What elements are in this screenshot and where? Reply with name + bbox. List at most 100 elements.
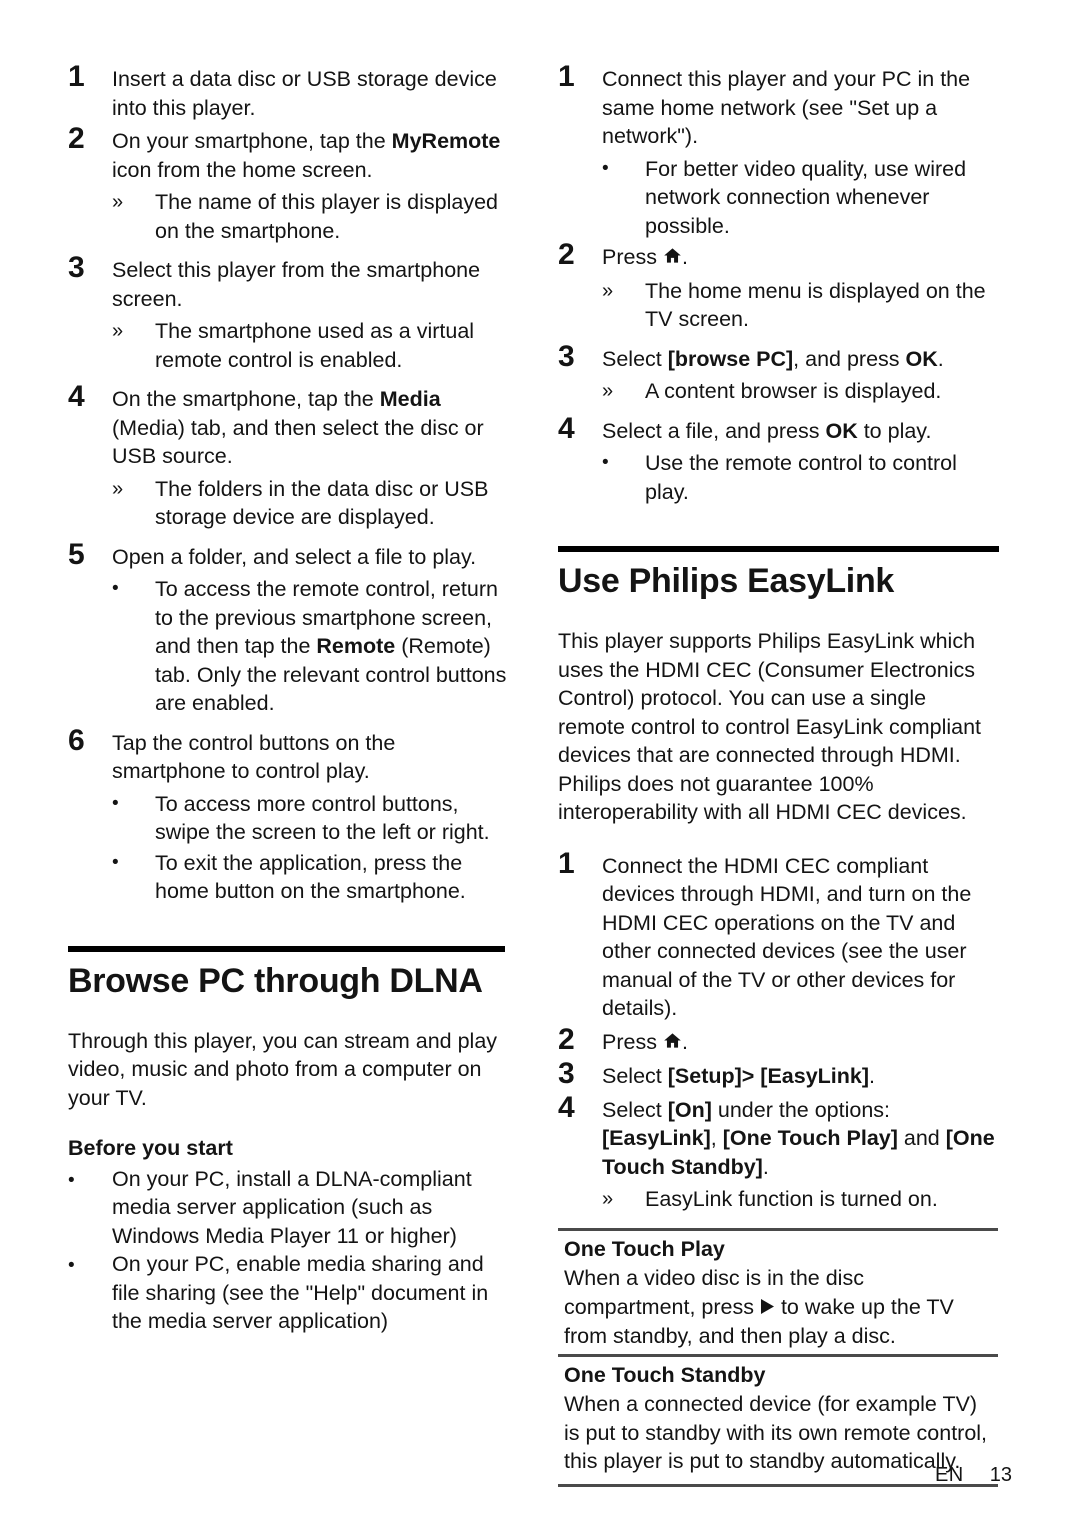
step-text-prefix: Select [602,1064,668,1088]
sub-text: A content browser is displayed. [645,379,942,403]
ok-key-label: OK [825,418,858,443]
step-text-suffix: . [681,245,688,269]
sub-item: • For better video quality, use wired ne… [602,153,998,241]
step-item: 5 Open a folder, and select a file to pl… [68,539,508,572]
step-text: Press . [602,1025,998,1058]
result-arrow-icon: » [602,279,614,302]
step-text-suffix: . [869,1064,876,1088]
step-text: Select [browse PC], and press OK. [602,342,998,374]
sub-text: To access the remote control, return to … [155,573,508,718]
section-intro-paragraph: Through this player, you can stream and … [68,1028,498,1110]
sub-item: • Use the remote control to control play… [602,447,998,506]
step-text-suffix: (Media) tab, and then select the disc or… [112,415,484,469]
note-one-touch-play: One Touch Play When a video disc is in t… [558,1227,998,1351]
step-item: 2 Press . [558,1022,998,1058]
sub-item: • To access more control buttons, swipe … [112,788,508,847]
step-number: 2 [68,122,85,155]
step-text: On your smartphone, tap the MyRemote ico… [112,124,508,184]
myremote-label: MyRemote [391,129,501,153]
sub-item: • To exit the application, press the hom… [112,847,508,906]
sub-item: • To access the remote control, return t… [112,573,508,718]
step-text-suffix: . [681,1029,688,1054]
step-text-prefix: On the smartphone, tap the [112,387,380,411]
one-touch-play-option: [One Touch Play] [722,1126,898,1150]
result-arrow-icon: » [112,320,124,342]
before-you-start-heading: Before you start [68,1136,233,1160]
step-number: 4 [558,1090,575,1124]
step-text-suffix: . [937,346,944,371]
step-item: 1 Connect the HDMI CEC compliant devices… [558,848,998,1023]
step-text: Select [On] under the options: [EasyLink… [602,1093,998,1182]
section-heading: Browse PC through DLNA [68,961,483,1000]
bullet-icon: • [68,1255,75,1276]
note-heading: One Touch Standby [564,1362,766,1387]
remote-label: Remote [316,634,396,658]
sub-item: » A content browser is displayed. [602,375,998,406]
step-text-prefix: Select [602,346,668,371]
step-text-mid2: , [710,1126,723,1150]
step-text: Select [Setup]> [EasyLink]. [602,1059,998,1091]
bullet-icon: • [602,157,609,179]
sub-item: » The home menu is displayed on the TV s… [602,275,998,334]
media-label: Media [379,387,441,411]
before-you-start-list: • On your PC, install a DLNA-compliant m… [68,1165,508,1336]
step-text-mid3: and [897,1126,946,1150]
footer-language: EN [934,1464,964,1486]
step-text: Select a file, and press OK to play. [602,414,998,446]
document-page: 1 Insert a data disc or USB storage devi… [0,0,1080,1527]
step-number: 2 [558,1022,575,1056]
sub-item: » The name of this player is displayed o… [112,186,508,245]
bullet-icon: • [112,792,119,814]
step-number: 3 [558,339,575,373]
step-item: 1 Connect this player and your PC in the… [558,62,998,151]
step-item: 3 Select [browse PC], and press OK. [558,339,998,374]
footer-page-number: 13 [989,1464,1012,1486]
section-divider [68,945,505,952]
step-text-prefix: Select [602,1097,668,1122]
sub-item: » EasyLink function is turned on. [602,1183,998,1214]
section-divider [558,546,999,552]
step-item: 3 Select [Setup]> [EasyLink]. [558,1059,998,1091]
sub-text: For better video quality, use wired netw… [645,156,967,238]
bullet-icon: • [68,1169,75,1191]
step-item: 6 Tap the control buttons on the smartph… [68,723,508,786]
step-text-suffix: . [762,1154,769,1179]
sub-text: The name of this player is displayed on … [155,190,498,243]
step-text-prefix: On your smartphone, tap the [112,129,392,153]
step-text: Select this player from the smartphone s… [112,258,481,311]
step-item: 4 On the smartphone, tap the Media (Medi… [68,382,508,471]
sub-text: Use the remote control to control play. [645,451,957,504]
ok-key-label: OK [905,346,938,371]
step-number: 6 [68,723,85,757]
step-text: Connect the HDMI CEC compliant devices t… [602,853,972,1021]
note-text: When a video disc is in the disc compart… [558,1264,998,1351]
step-item: 4 Select a file, and press OK to play. [558,411,998,446]
bullet-icon: • [602,452,609,473]
step-number: 4 [558,411,575,445]
step-number: 1 [558,60,575,93]
step-number: 2 [558,238,575,271]
step-number: 1 [68,60,85,93]
step-number: 4 [68,380,85,413]
step-text: Tap the control buttons on the smartphon… [112,730,396,784]
list-item-text: On your PC, enable media sharing and fil… [112,1252,489,1333]
list-item: • On your PC, enable media sharing and f… [68,1250,508,1336]
note-heading: One Touch Play [564,1236,725,1261]
page-footer: EN 13 [935,1464,1012,1487]
play-icon [760,1294,775,1323]
step-number: 3 [68,251,85,284]
two-column-layout: 1 Insert a data disc or USB storage devi… [68,62,1012,1487]
result-arrow-icon: » [112,477,124,500]
step-item: 2 Press . [558,240,998,273]
sub-text: The smartphone used as a virtual remote … [155,319,475,372]
sub-text: To exit the application, press the home … [155,850,466,904]
step-item: 3 Select this player from the smartphone… [68,253,508,313]
step-text: Open a folder, and select a file to play… [112,544,477,569]
list-item-text: On your PC, install a DLNA-compliant med… [112,1166,472,1248]
step-text: Press . [602,240,998,273]
step-text-mid: under the options: [711,1097,891,1122]
right-column: 1 Connect this player and your PC in the… [558,62,999,1487]
step-text-prefix: Select a file, and press [602,418,826,443]
home-icon [663,244,682,273]
left-column: 1 Insert a data disc or USB storage devi… [68,62,508,1336]
